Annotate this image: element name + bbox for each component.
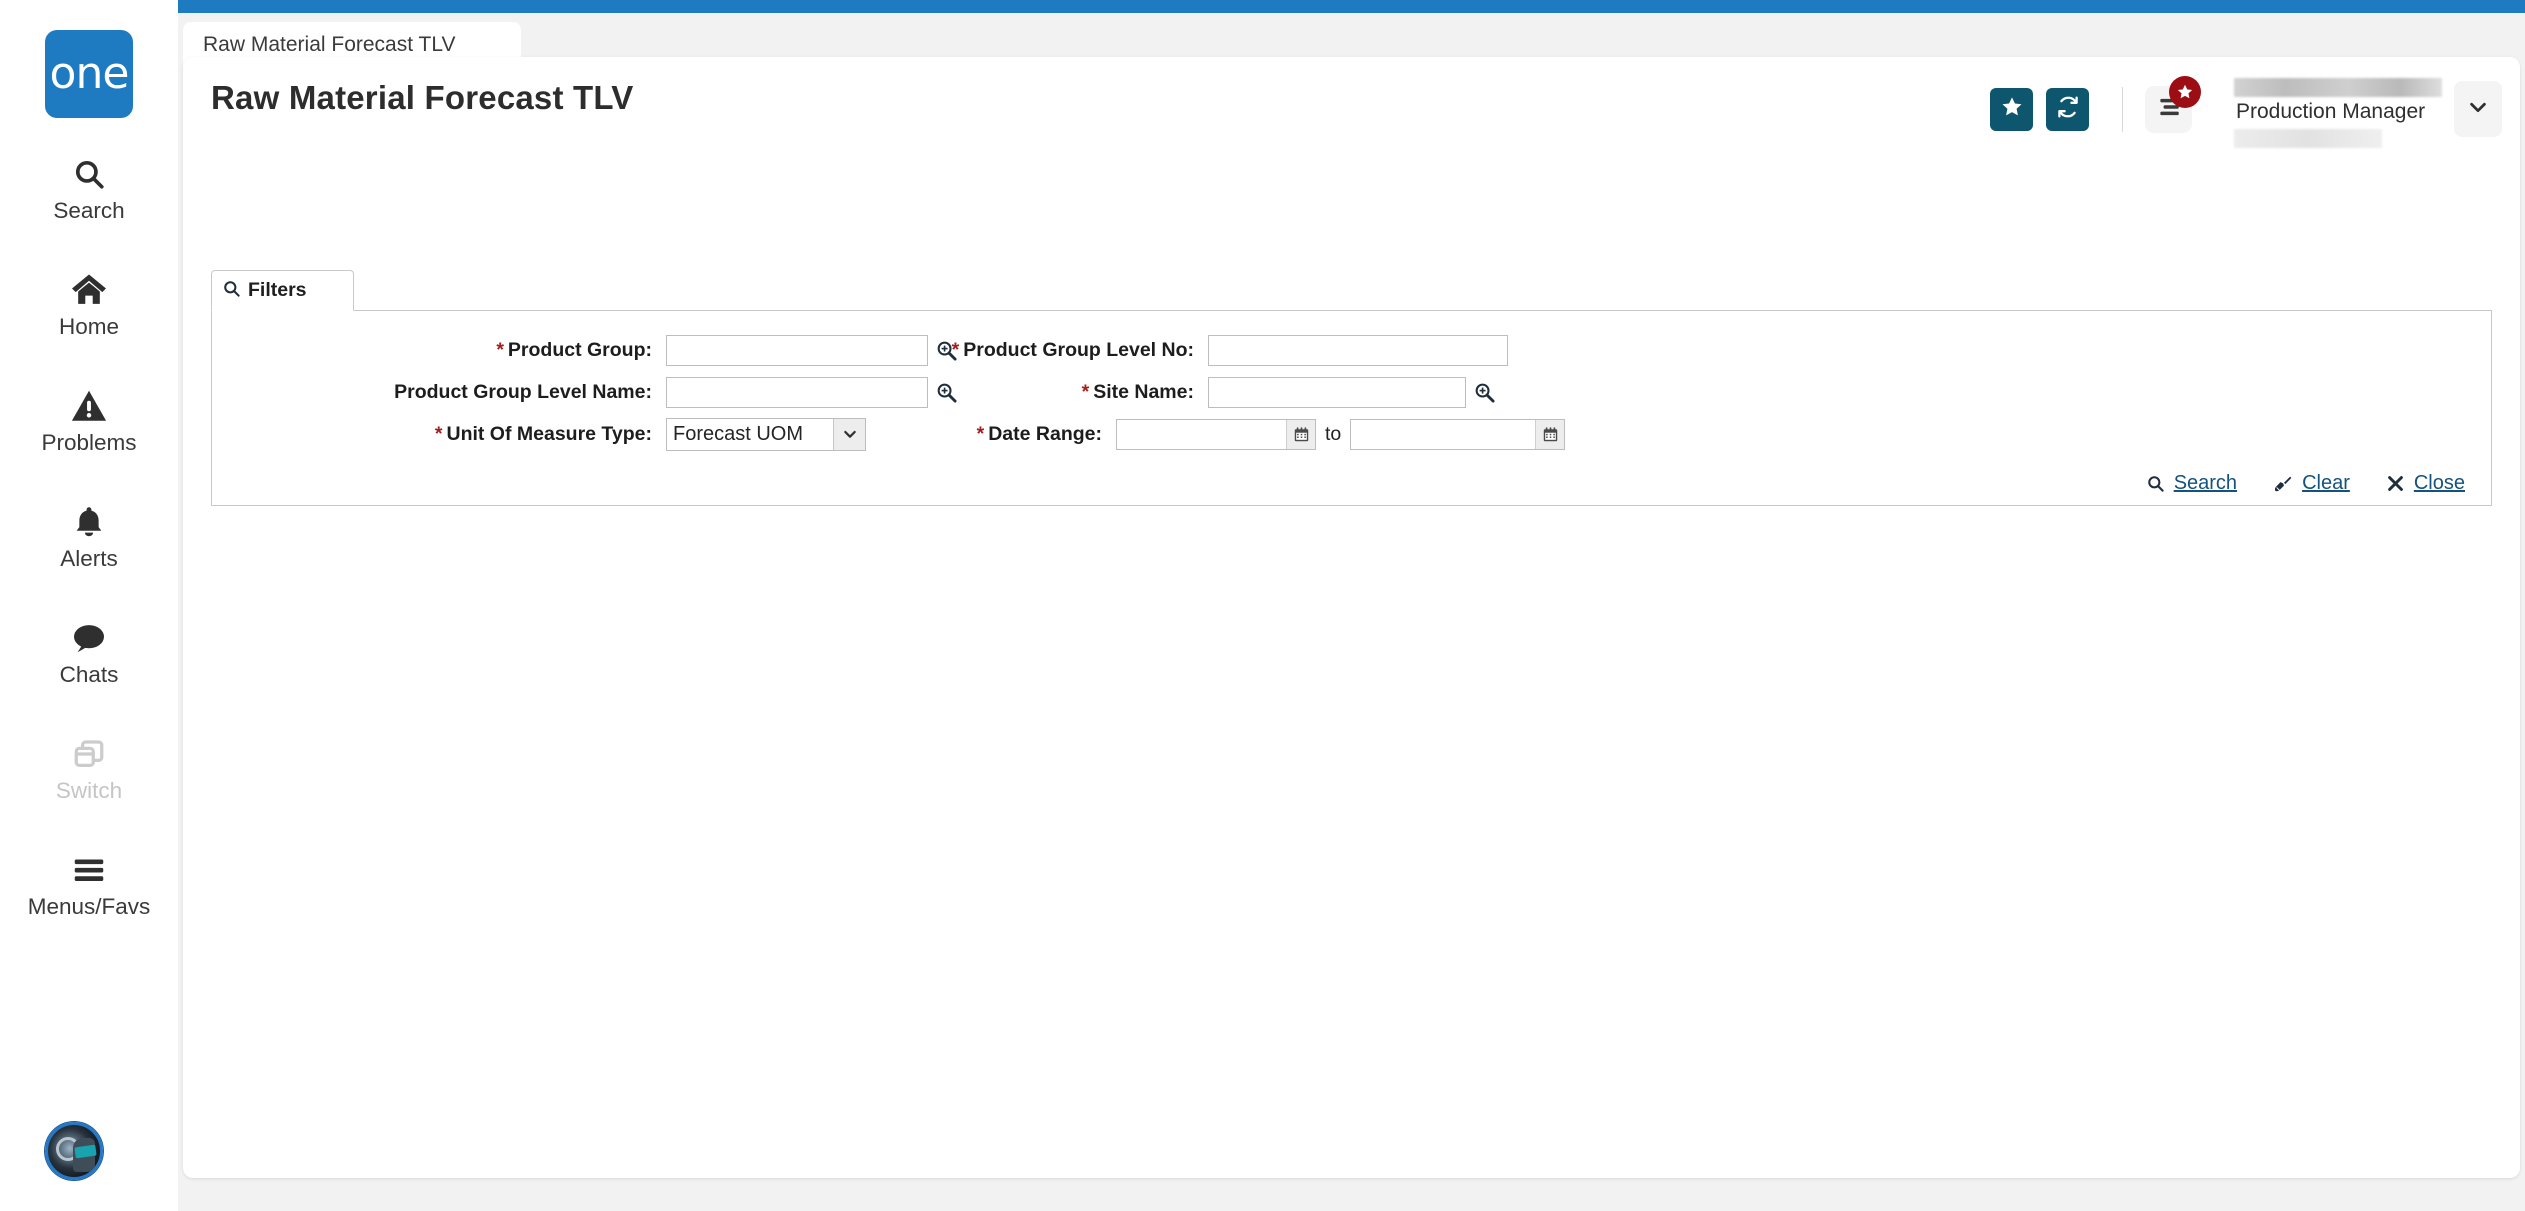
- chevron-down-icon: [2467, 96, 2489, 123]
- clear-link-label: Clear: [2302, 472, 2350, 494]
- calendar-icon[interactable]: [1535, 419, 1565, 449]
- sidebar-item-label: Alerts: [60, 546, 118, 571]
- close-link-label: Close: [2413, 472, 2465, 494]
- chevron-down-icon[interactable]: [833, 418, 865, 450]
- sidebar-item-menus-favs[interactable]: Menus/Favs: [0, 836, 178, 932]
- close-link[interactable]: Close: [2386, 472, 2465, 495]
- filters-section: Filters * Product Group: * Product Group…: [211, 270, 2492, 506]
- product-group-level-name-label: Product Group Level Name:: [394, 380, 652, 403]
- search-icon: [0, 152, 178, 196]
- site-name-label: * Site Name:: [1081, 380, 1194, 403]
- filter-row-3: * Unit Of Measure Type: Forecast UOM * D…: [212, 413, 2491, 455]
- sidebar-items: Search Home Problems Alerts Chats Switch…: [0, 140, 178, 932]
- refresh-button[interactable]: [2046, 87, 2089, 131]
- required-marker: *: [1081, 380, 1090, 403]
- header-divider: [2122, 86, 2123, 132]
- main-area: Raw Material Forecast TLV Raw Material F…: [178, 0, 2525, 1211]
- search-link[interactable]: Search: [2146, 472, 2237, 495]
- unit-of-measure-type-select[interactable]: Forecast UOM: [666, 417, 866, 451]
- sidebar-item-label: Menus/Favs: [27, 894, 151, 919]
- bell-icon: [0, 500, 178, 544]
- refresh-icon: [2056, 95, 2080, 124]
- sidebar-item-alerts[interactable]: Alerts: [0, 488, 178, 584]
- sidebar-item-label: Home: [58, 314, 120, 339]
- product-group-input[interactable]: [666, 334, 928, 366]
- home-icon: [0, 268, 178, 312]
- unit-of-measure-type-value: Forecast UOM: [673, 422, 804, 445]
- user-role: Production Manager: [2236, 100, 2426, 123]
- favorite-button[interactable]: [1990, 87, 2033, 131]
- chat-icon: [0, 616, 178, 660]
- filter-row-2: Product Group Level Name: * Site Name:: [212, 371, 2491, 413]
- document-tab-label: Raw Material Forecast TLV: [203, 32, 456, 56]
- product-group-level-name-input[interactable]: [666, 376, 928, 408]
- left-sidebar: one Search Home Problems Alerts Chats Sw…: [0, 0, 178, 1211]
- sidebar-item-label: Chats: [59, 662, 119, 687]
- date-range-label: * Date Range:: [976, 422, 1102, 445]
- application-window: one Search Home Problems Alerts Chats Sw…: [0, 0, 2525, 1211]
- sidebar-item-label: Search: [53, 198, 125, 223]
- required-marker: *: [496, 338, 504, 361]
- site-name-input[interactable]: [1208, 376, 1466, 408]
- page-header: Raw Material Forecast TLV Production Man…: [183, 57, 2520, 149]
- product-group-label: * Product Group:: [496, 338, 652, 361]
- user-menu-button[interactable]: [2454, 81, 2502, 137]
- hamburger-icon: [0, 848, 178, 892]
- magnifier-plus-icon[interactable]: [1473, 381, 1496, 404]
- sidebar-item-chats[interactable]: Chats: [0, 604, 178, 700]
- app-logo[interactable]: one: [45, 30, 133, 118]
- sidebar-item-search[interactable]: Search: [0, 140, 178, 236]
- required-marker: *: [951, 338, 960, 361]
- sidebar-item-home[interactable]: Home: [0, 256, 178, 352]
- sidebar-item-problems[interactable]: Problems: [0, 372, 178, 468]
- app-logo-text: one: [49, 48, 130, 99]
- calendar-icon[interactable]: [1286, 419, 1315, 449]
- required-marker: *: [434, 422, 443, 445]
- avatar[interactable]: [45, 1122, 103, 1180]
- content-panel: Raw Material Forecast TLV Production Man…: [183, 57, 2520, 1178]
- date-range-from: [1116, 418, 1316, 450]
- sidebar-item-switch[interactable]: Switch: [0, 720, 178, 816]
- filter-action-links: Search Clear Close: [2146, 472, 2465, 495]
- filters-tab[interactable]: Filters: [211, 270, 354, 311]
- broom-icon: [2273, 474, 2293, 494]
- warning-icon: [0, 384, 178, 428]
- page-title: Raw Material Forecast TLV: [211, 79, 634, 116]
- filter-row-1: * Product Group: * Product Group Level N…: [212, 329, 2491, 371]
- search-icon: [2146, 474, 2165, 493]
- filters-tab-label: Filters: [248, 279, 307, 301]
- product-group-level-no-label: * Product Group Level No:: [951, 338, 1194, 361]
- date-range-to-input[interactable]: [1350, 418, 1566, 450]
- required-marker: *: [976, 422, 985, 445]
- sidebar-item-label: Problems: [41, 430, 137, 455]
- unit-of-measure-type-label: * Unit Of Measure Type:: [434, 422, 652, 445]
- date-range-separator: to: [1325, 422, 1342, 445]
- star-icon: [2177, 84, 2193, 98]
- switch-icon: [0, 732, 178, 776]
- notifications-menu-button[interactable]: [2145, 75, 2201, 133]
- status-badge: [2169, 75, 2201, 108]
- filters-panel: * Product Group: * Product Group Level N…: [211, 310, 2492, 506]
- close-icon: [2386, 474, 2405, 493]
- user-name-redacted: [2234, 78, 2442, 97]
- date-range-to: [1350, 418, 1566, 450]
- search-link-label: Search: [2173, 472, 2238, 494]
- clear-link[interactable]: Clear: [2273, 472, 2350, 495]
- magnifier-plus-icon[interactable]: [935, 381, 958, 404]
- user-org-redacted: [2234, 129, 2382, 148]
- product-group-level-no-input[interactable]: [1208, 334, 1508, 366]
- sidebar-item-label: Switch: [55, 778, 123, 803]
- star-icon: [2000, 95, 2024, 124]
- header-actions: Production Manager: [1990, 75, 2502, 148]
- user-info[interactable]: Production Manager: [2234, 78, 2442, 148]
- top-accent-bar: [178, 0, 2525, 13]
- search-icon: [222, 279, 241, 303]
